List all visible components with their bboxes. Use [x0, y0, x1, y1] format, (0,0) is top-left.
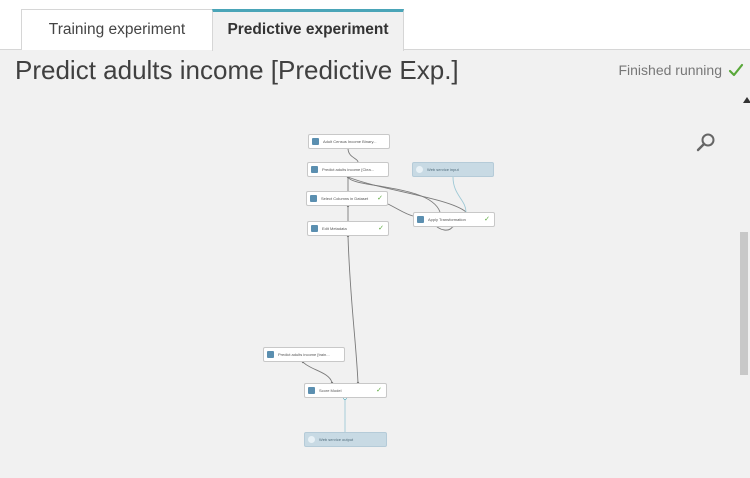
run-status: Finished running: [618, 62, 744, 78]
node-adult-census-dataset[interactable]: Adult Census Income Binary...: [308, 134, 390, 149]
tab-bar: Training experiment Predictive experimen…: [0, 0, 750, 51]
node-predict-adults-income-clean[interactable]: Predict adults income [Clea...: [307, 162, 389, 177]
module-icon: [308, 387, 315, 394]
dataset-icon: [312, 138, 319, 145]
module-icon: [310, 195, 317, 202]
scroll-up-arrow-icon[interactable]: [743, 97, 750, 103]
node-edit-metadata[interactable]: Edit Metadata ✓: [307, 221, 389, 236]
node-score-model[interactable]: Score Model ✓: [304, 383, 387, 398]
transform-icon: [311, 166, 318, 173]
node-apply-transformation[interactable]: Apply Transformation ✓: [413, 212, 495, 227]
completed-check-icon: ✓: [378, 225, 384, 232]
module-icon: [417, 216, 424, 223]
tab-predictive-experiment[interactable]: Predictive experiment: [212, 9, 404, 51]
checkmark-icon: [728, 63, 744, 77]
completed-check-icon: ✓: [484, 216, 490, 223]
module-icon: [311, 225, 318, 232]
search-icon[interactable]: [696, 132, 716, 152]
node-trained-model[interactable]: Predict adults income [train...: [263, 347, 345, 362]
tab-training-experiment[interactable]: Training experiment: [21, 9, 213, 50]
web-service-input-icon: [416, 166, 423, 173]
web-service-output-icon: [308, 436, 315, 443]
trained-model-icon: [267, 351, 274, 358]
completed-check-icon: ✓: [376, 387, 382, 394]
page-title: Predict adults income [Predictive Exp.]: [15, 55, 459, 85]
completed-check-icon: ✓: [377, 195, 383, 202]
node-select-columns[interactable]: Select Columns in Dataset ✓: [306, 191, 388, 206]
vertical-scrollbar[interactable]: [740, 232, 748, 375]
node-web-service-output[interactable]: Web service output: [304, 432, 387, 447]
run-status-text: Finished running: [618, 62, 722, 78]
node-web-service-input[interactable]: Web service input: [412, 162, 494, 177]
